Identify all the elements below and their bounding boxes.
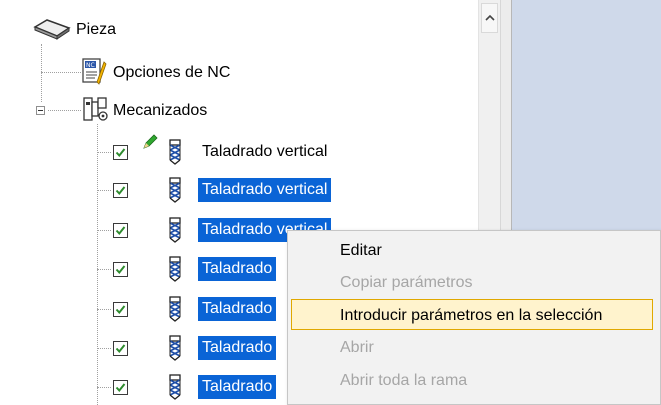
- tree-guide-line: [97, 190, 111, 191]
- machining-icon: [83, 97, 108, 121]
- check-icon: [115, 344, 126, 354]
- tree-item-part[interactable]: Pieza: [0, 15, 200, 45]
- menu-item-edit[interactable]: Editar: [291, 235, 653, 266]
- enable-checkbox[interactable]: [113, 262, 128, 277]
- tree-item-label: Opciones de NC: [113, 64, 231, 81]
- enable-checkbox[interactable]: [113, 302, 128, 317]
- drill-bit-icon: [169, 177, 181, 203]
- enable-checkbox[interactable]: [113, 223, 128, 238]
- tree-guide-line: [97, 230, 111, 231]
- tree-item-label: Taladrado: [198, 375, 277, 399]
- tree-item-operation[interactable]: Taladrado vertical: [0, 134, 400, 168]
- svg-text:NC: NC: [86, 62, 95, 69]
- enable-checkbox[interactable]: [113, 380, 128, 395]
- tree-guide-line: [97, 152, 111, 153]
- drill-bit-icon: [169, 256, 181, 282]
- collapse-toggle-icon[interactable]: [36, 106, 45, 115]
- tree-item-nc-options[interactable]: NC Opciones de NC: [0, 58, 260, 88]
- tree-guide-line: [97, 387, 111, 388]
- tree-item-machinings[interactable]: Mecanizados: [0, 96, 260, 126]
- check-icon: [115, 305, 126, 315]
- check-icon: [115, 148, 126, 158]
- drill-bit-icon: [169, 374, 181, 400]
- menu-item-label: Introducir parámetros en la selección: [340, 307, 603, 324]
- drill-bit-icon: [169, 217, 181, 243]
- check-icon: [115, 186, 126, 196]
- menu-item-label: Abrir toda la rama: [340, 372, 468, 389]
- tree-item-label: Taladrado: [198, 336, 277, 360]
- tree-guide-line: [97, 309, 111, 310]
- tree-guide-line: [97, 269, 111, 270]
- drill-bit-icon: [169, 139, 181, 165]
- drill-bit-icon: [169, 335, 181, 361]
- menu-item-label: Abrir: [340, 339, 374, 356]
- edit-pencil-icon: [143, 134, 158, 149]
- menu-item-label: Editar: [340, 242, 382, 259]
- tree-item-label: Pieza: [76, 21, 117, 38]
- check-icon: [115, 265, 126, 275]
- scroll-up-button[interactable]: [481, 3, 498, 33]
- part-icon: [33, 19, 71, 40]
- check-icon: [115, 383, 126, 393]
- nc-options-icon: NC: [82, 58, 107, 85]
- enable-checkbox[interactable]: [113, 341, 128, 356]
- enable-checkbox[interactable]: [113, 183, 128, 198]
- menu-item-open-whole-branch[interactable]: Abrir toda la rama: [291, 365, 653, 396]
- enable-checkbox[interactable]: [113, 145, 128, 160]
- menu-item-copy-parameters[interactable]: Copiar parámetros: [291, 267, 653, 298]
- tree-item-label: Taladrado: [198, 297, 277, 321]
- menu-item-open[interactable]: Abrir: [291, 332, 653, 363]
- menu-item-apply-parameters-to-selection[interactable]: Introducir parámetros en la selección: [291, 299, 653, 330]
- tree-item-label: Taladrado vertical: [198, 178, 332, 202]
- chevron-up-icon: [485, 14, 495, 21]
- tree-item-label: Mecanizados: [113, 102, 208, 119]
- check-icon: [115, 226, 126, 236]
- context-menu: Editar Copiar parámetros Introducir pará…: [287, 230, 661, 405]
- menu-item-label: Copiar parámetros: [340, 274, 473, 291]
- tree-item-label: Taladrado vertical: [202, 143, 328, 160]
- tree-guide-line: [97, 348, 111, 349]
- tree-item-operation[interactable]: Taladrado vertical: [0, 176, 400, 206]
- drill-bit-icon: [169, 296, 181, 322]
- tree-item-label: Taladrado: [198, 257, 277, 281]
